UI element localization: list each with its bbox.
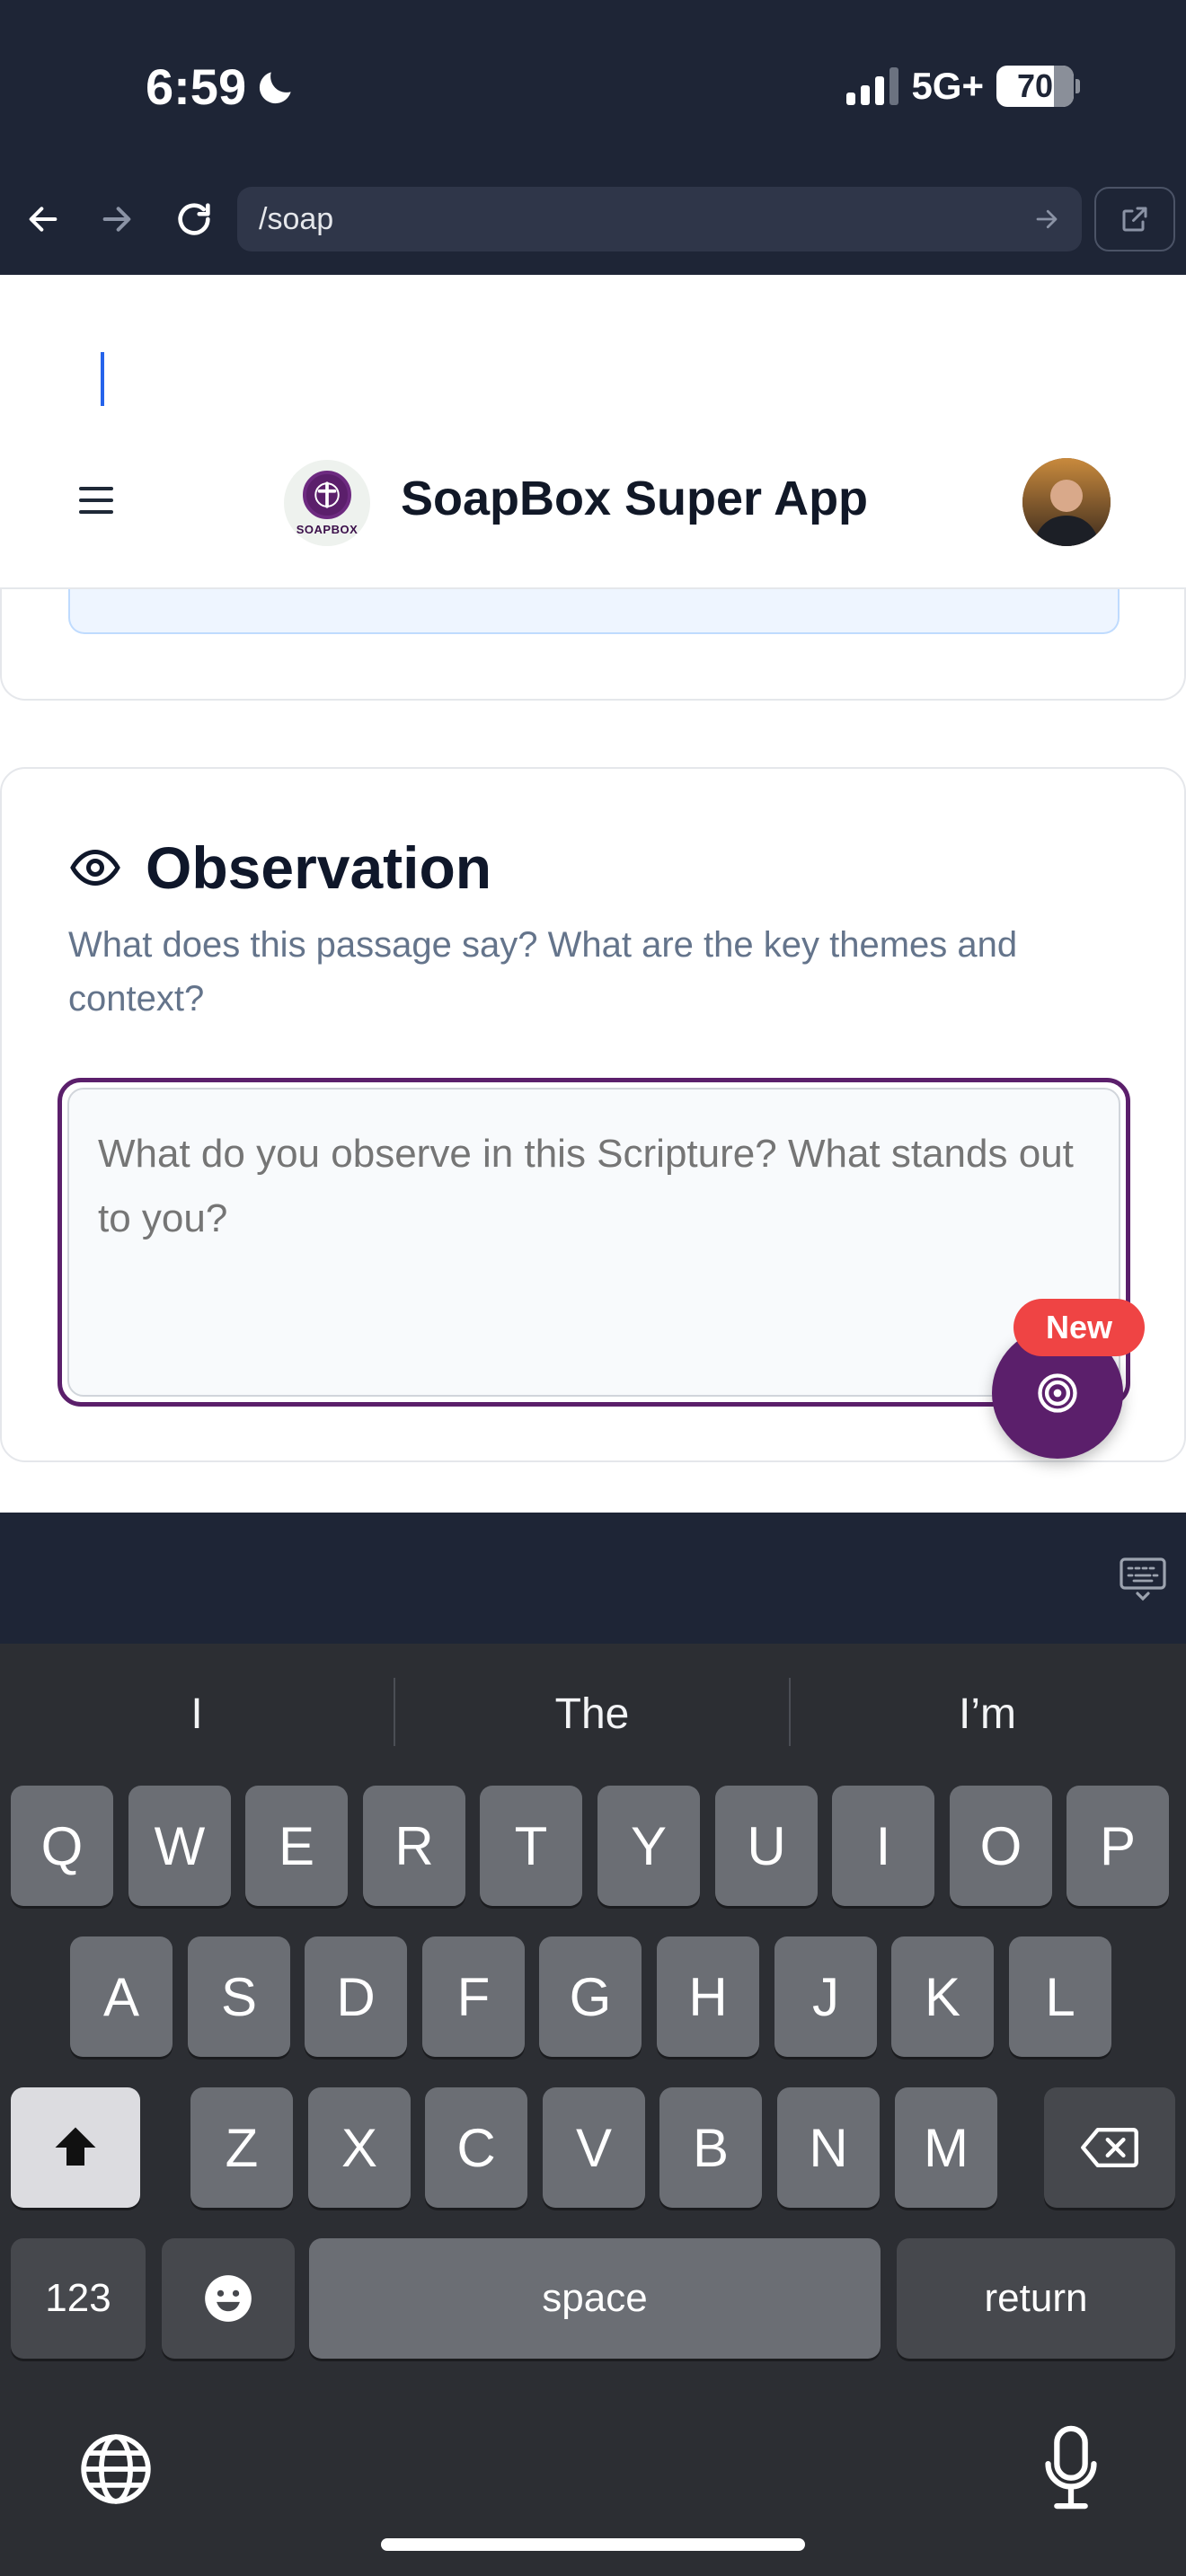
- avatar[interactable]: [1022, 458, 1111, 546]
- suggestion-3[interactable]: I’m: [791, 1678, 1184, 1750]
- arrow-left-icon: [29, 207, 58, 232]
- observation-input-focus-ring: [58, 1078, 1130, 1407]
- return-key[interactable]: return: [897, 2238, 1175, 2359]
- key-q[interactable]: Q: [11, 1786, 113, 1906]
- url-text: /soap: [259, 201, 334, 236]
- key-o[interactable]: O: [950, 1786, 1052, 1906]
- text-cursor: [101, 352, 104, 406]
- go-arrow-icon[interactable]: [1033, 206, 1060, 233]
- cross-logo-icon: [314, 481, 340, 508]
- reload-icon: [178, 203, 210, 235]
- status-time: 6:59: [146, 58, 247, 115]
- key-t[interactable]: T: [480, 1786, 582, 1906]
- shift-arrow-icon: [55, 2127, 96, 2166]
- microphone-icon[interactable]: [1042, 2425, 1100, 2510]
- user-photo-icon: [1022, 458, 1111, 546]
- key-i[interactable]: I: [832, 1786, 934, 1906]
- app-title: SoapBox Super App: [401, 472, 869, 525]
- observation-subtitle: What does this passage say? What are the…: [68, 925, 1018, 1019]
- menu-icon[interactable]: [79, 487, 113, 514]
- logo-text: SOAPBOX: [296, 522, 358, 536]
- network-type: 5G+: [911, 65, 984, 107]
- key-k[interactable]: K: [891, 1936, 994, 2057]
- key-u[interactable]: U: [715, 1786, 818, 1906]
- key-s[interactable]: S: [188, 1936, 290, 2057]
- key-e[interactable]: E: [245, 1786, 348, 1906]
- suggestion-1[interactable]: I: [0, 1678, 394, 1750]
- key-z[interactable]: Z: [190, 2087, 293, 2208]
- cellular-signal-icon: [846, 67, 899, 105]
- back-button[interactable]: [16, 192, 70, 246]
- previous-section-panel: [68, 589, 1120, 634]
- status-time-group: 6:59: [146, 57, 298, 116]
- key-b[interactable]: B: [659, 2087, 762, 2208]
- key-y[interactable]: Y: [597, 1786, 700, 1906]
- target-icon: [1038, 1373, 1077, 1413]
- backspace-key[interactable]: [1044, 2087, 1175, 2208]
- globe-icon[interactable]: [77, 2430, 155, 2508]
- suggestion-2[interactable]: The: [395, 1678, 789, 1750]
- forward-button[interactable]: [90, 192, 144, 246]
- numbers-key[interactable]: 123: [11, 2238, 146, 2359]
- key-c[interactable]: C: [425, 2087, 527, 2208]
- app-header: SOAPBOX SoapBox Super App: [0, 275, 1186, 589]
- eye-icon: [70, 849, 120, 887]
- external-link-icon: [1122, 207, 1147, 232]
- key-v[interactable]: V: [543, 2087, 645, 2208]
- shift-key[interactable]: [11, 2087, 140, 2208]
- battery-icon: 70: [996, 66, 1080, 107]
- delete-icon: [1081, 2128, 1138, 2167]
- key-h[interactable]: H: [657, 1936, 759, 2057]
- soapbox-logo[interactable]: SOAPBOX: [284, 460, 370, 546]
- keyboard-dismiss-icon[interactable]: [1118, 1554, 1168, 1604]
- arrow-right-icon: [102, 207, 131, 232]
- key-l[interactable]: L: [1009, 1936, 1111, 2057]
- observation-textarea[interactable]: [67, 1088, 1120, 1397]
- url-bar[interactable]: /soap: [237, 187, 1082, 251]
- moon-icon: [260, 71, 291, 103]
- reload-button[interactable]: [167, 192, 221, 246]
- key-j[interactable]: J: [774, 1936, 877, 2057]
- open-external-button[interactable]: [1094, 187, 1175, 251]
- emoji-key[interactable]: [162, 2238, 295, 2359]
- new-badge: New: [1013, 1299, 1145, 1356]
- key-f[interactable]: F: [422, 1936, 525, 2057]
- key-x[interactable]: X: [308, 2087, 411, 2208]
- observation-title: Observation: [146, 834, 492, 901]
- key-g[interactable]: G: [539, 1936, 642, 2057]
- space-key[interactable]: space: [309, 2238, 881, 2359]
- emoji-icon: [205, 2275, 252, 2322]
- key-n[interactable]: N: [777, 2087, 880, 2208]
- key-w[interactable]: W: [128, 1786, 231, 1906]
- key-a[interactable]: A: [70, 1936, 173, 2057]
- key-r[interactable]: R: [363, 1786, 465, 1906]
- key-d[interactable]: D: [305, 1936, 407, 2057]
- key-m[interactable]: M: [895, 2087, 997, 2208]
- previous-section-card: [0, 589, 1186, 701]
- battery-level: 70: [1016, 67, 1054, 104]
- observation-heading: Observation: [68, 834, 491, 902]
- key-p[interactable]: P: [1067, 1786, 1169, 1906]
- keyboard-accessory-bar: [0, 1513, 1186, 1644]
- status-indicators: 5G+ 70: [846, 65, 1080, 108]
- home-indicator: [381, 2538, 805, 2551]
